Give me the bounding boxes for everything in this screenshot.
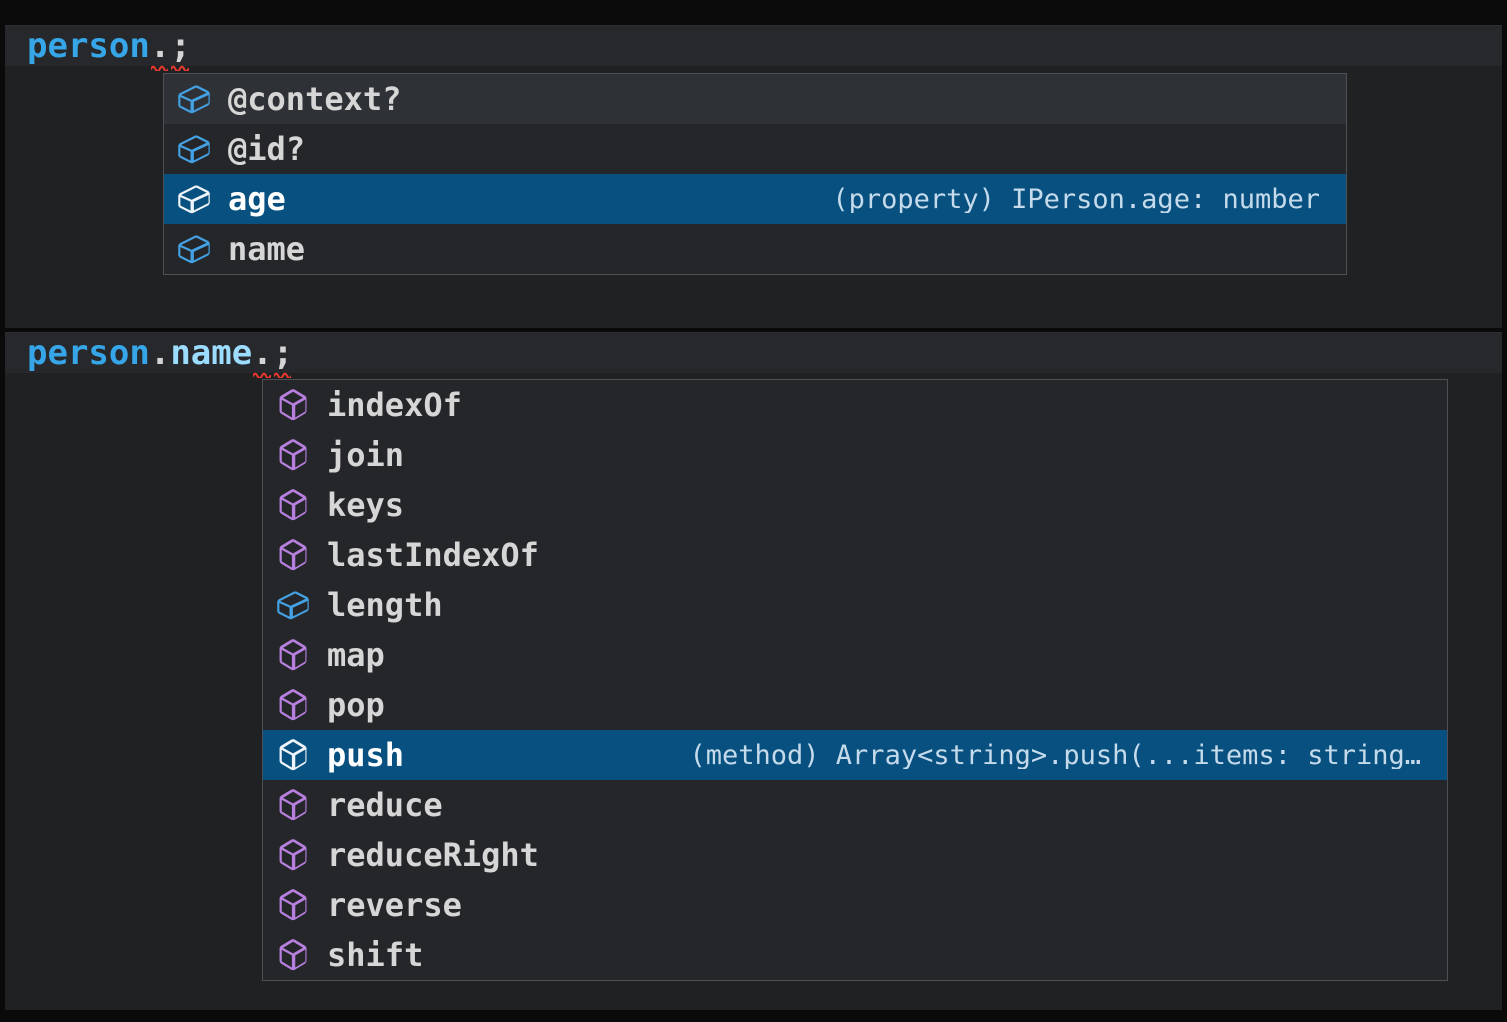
code-token: name [170, 336, 252, 370]
suggestion-label: reduceRight [327, 839, 539, 871]
suggestion-label: age [228, 183, 286, 215]
code-token: person [27, 29, 150, 63]
intellisense-suggest-widget-1: @context? @id? age (property) IPerson.ag… [163, 73, 1347, 275]
code-token: person [27, 336, 150, 370]
method-cube-icon [275, 387, 311, 423]
suggestion-label: push [327, 739, 404, 771]
suggestion-label: keys [327, 489, 404, 521]
code-token-text: name [170, 333, 252, 373]
suggestion-label: name [228, 233, 305, 265]
editor-pane-1: person.; @context? @id? age (property) I… [5, 25, 1502, 328]
suggestion-item[interactable]: lastIndexOf [263, 530, 1447, 580]
suggestion-item[interactable]: pop [263, 680, 1447, 730]
suggestion-label: shift [327, 939, 423, 971]
suggestion-label: lastIndexOf [327, 539, 539, 571]
editor-screenshot-frame: person.; @context? @id? age (property) I… [0, 0, 1507, 1022]
suggestion-item[interactable]: reduce [263, 780, 1447, 830]
code-token: . [150, 336, 170, 370]
suggestion-item[interactable]: @id? [164, 124, 1346, 174]
suggestion-detail: (method) Array<string>.push(...items: st… [666, 742, 1422, 769]
field-cube-icon [176, 181, 212, 217]
code-token-text: person [27, 333, 150, 373]
code-token: . [150, 29, 170, 63]
suggestion-item[interactable]: shift [263, 930, 1447, 980]
suggestion-label: length [327, 589, 443, 621]
editor-pane-2: person.name.; indexOf join keys lastInde… [5, 332, 1502, 1010]
error-squiggle [274, 370, 291, 378]
code-line-2[interactable]: person.name.; [5, 333, 1502, 373]
suggestion-label: pop [327, 689, 385, 721]
suggestion-item[interactable]: name [164, 224, 1346, 274]
field-cube-icon [275, 587, 311, 623]
error-squiggle [253, 370, 270, 378]
suggestion-label: reverse [327, 889, 462, 921]
method-cube-icon [275, 437, 311, 473]
code-token-text: ; [170, 26, 190, 66]
suggestion-item[interactable]: keys [263, 480, 1447, 530]
suggestion-label: map [327, 639, 385, 671]
suggestion-label: indexOf [327, 389, 462, 421]
code-token-text: . [252, 333, 272, 373]
suggestion-item[interactable]: reverse [263, 880, 1447, 930]
code-token-text: ; [273, 333, 293, 373]
suggestion-item[interactable]: push (method) Array<string>.push(...item… [263, 730, 1447, 780]
error-squiggle [151, 63, 168, 71]
method-cube-icon [275, 487, 311, 523]
method-cube-icon [275, 787, 311, 823]
suggestion-label: @id? [228, 133, 305, 165]
suggestion-item[interactable]: @context? [164, 74, 1346, 124]
suggestion-label: join [327, 439, 404, 471]
code-token-text: . [150, 26, 170, 66]
field-cube-icon [176, 231, 212, 267]
suggestion-detail: (property) IPerson.age: number [808, 186, 1320, 213]
code-token-text: . [150, 333, 170, 373]
code-token: ; [170, 29, 190, 63]
method-cube-icon [275, 737, 311, 773]
suggestion-label: @context? [228, 83, 401, 115]
suggestion-item[interactable]: reduceRight [263, 830, 1447, 880]
method-cube-icon [275, 937, 311, 973]
method-cube-icon [275, 887, 311, 923]
code-token-text: person [27, 26, 150, 66]
method-cube-icon [275, 537, 311, 573]
suggestion-item[interactable]: length [263, 580, 1447, 630]
suggestion-item[interactable]: age (property) IPerson.age: number [164, 174, 1346, 224]
method-cube-icon [275, 837, 311, 873]
code-line-1[interactable]: person.; [5, 26, 1502, 66]
error-squiggle [171, 63, 188, 71]
intellisense-suggest-widget-2: indexOf join keys lastIndexOf length map… [262, 379, 1448, 981]
field-cube-icon [176, 81, 212, 117]
code-token: . [252, 336, 272, 370]
suggestion-item[interactable]: indexOf [263, 380, 1447, 430]
suggestion-item[interactable]: map [263, 630, 1447, 680]
code-text: person.name.; [27, 336, 293, 370]
method-cube-icon [275, 687, 311, 723]
code-text: person.; [27, 29, 191, 63]
method-cube-icon [275, 637, 311, 673]
suggestion-item[interactable]: join [263, 430, 1447, 480]
code-token: ; [273, 336, 293, 370]
field-cube-icon [176, 131, 212, 167]
suggestion-label: reduce [327, 789, 443, 821]
